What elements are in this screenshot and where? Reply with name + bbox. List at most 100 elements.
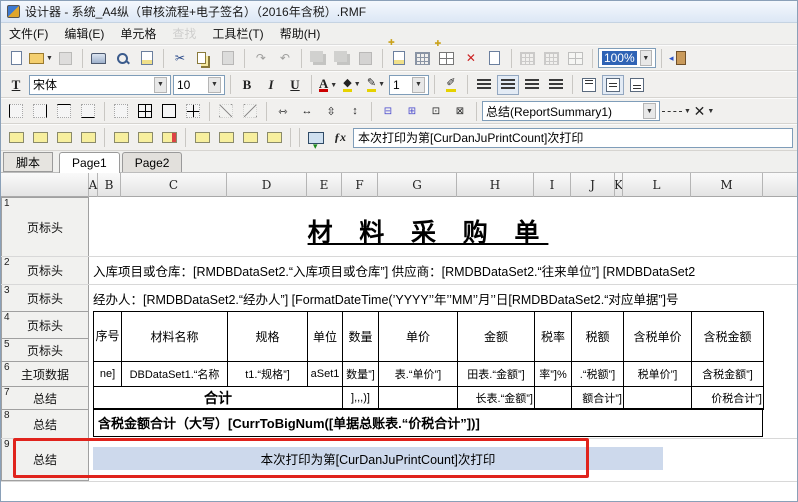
font-name-combo[interactable]: 宋体 ▼ bbox=[29, 75, 171, 95]
header-cell-price[interactable]: 单价 bbox=[379, 312, 458, 362]
border-inner-button[interactable] bbox=[182, 101, 204, 121]
total-qty-cell[interactable]: ],,,)] bbox=[343, 387, 379, 410]
total-tax-amount-cell[interactable]: 价税合计”] bbox=[692, 387, 764, 410]
tab-page2[interactable]: Page2 bbox=[122, 152, 183, 172]
data-cell-price[interactable]: 表.“单价”] bbox=[379, 362, 458, 387]
data-cell-seq[interactable]: ne] bbox=[94, 362, 122, 387]
band-selector-combo[interactable]: 总结(ReportSummary1) ▼ bbox=[482, 101, 660, 121]
zoom-combo[interactable]: 100% ▼ bbox=[598, 48, 656, 68]
report-info-line-1[interactable]: 入库项目或仓库：[RMDBDataSet2.“入库项目或仓库”] 供应商：[RM… bbox=[93, 261, 761, 280]
delete-col-button[interactable] bbox=[134, 128, 156, 148]
bold-button[interactable]: B bbox=[236, 75, 258, 95]
unmerge-cells-button[interactable] bbox=[215, 128, 237, 148]
total-tax-price-cell[interactable] bbox=[624, 387, 692, 410]
align-center-button[interactable] bbox=[497, 75, 519, 95]
total-tax-cell[interactable]: 额合计”] bbox=[572, 387, 624, 410]
function-button[interactable]: ƒx bbox=[329, 128, 351, 148]
col-header-j[interactable]: J bbox=[571, 173, 615, 197]
valign-bottom-button[interactable] bbox=[626, 75, 648, 95]
col-header-m[interactable]: M bbox=[691, 173, 763, 197]
line-width-dropdown-arrow[interactable]: ▼ bbox=[412, 77, 425, 93]
show-grid-button[interactable] bbox=[517, 48, 539, 68]
diagonal-up-button[interactable] bbox=[239, 101, 261, 121]
tab-page1[interactable]: Page1 bbox=[59, 152, 120, 173]
col-header-i[interactable]: I bbox=[534, 173, 571, 197]
open-button[interactable]: ▼ bbox=[29, 48, 53, 68]
delete-dropdown-arrow[interactable]: ▼ bbox=[707, 108, 714, 115]
insert-col-left-button[interactable] bbox=[53, 128, 75, 148]
header-cell-spec[interactable]: 规格 bbox=[228, 312, 308, 362]
band-selector-dropdown-arrow[interactable]: ▼ bbox=[643, 103, 656, 119]
header-cell-tax[interactable]: 税额 bbox=[572, 312, 624, 362]
menu-help[interactable]: 帮助(H) bbox=[272, 23, 329, 44]
cell-content-button[interactable] bbox=[305, 128, 327, 148]
formula-input[interactable] bbox=[353, 128, 793, 148]
auto-height-button[interactable]: ↕ bbox=[344, 101, 366, 121]
col-header-e[interactable]: E bbox=[307, 173, 342, 197]
merge-cells-button[interactable] bbox=[191, 128, 213, 148]
snap-grid-button[interactable] bbox=[541, 48, 563, 68]
font-size-dropdown-arrow[interactable]: ▼ bbox=[208, 77, 221, 93]
line-color-button[interactable]: ✎▼ bbox=[365, 75, 387, 95]
menu-file[interactable]: 文件(F) bbox=[1, 23, 56, 44]
border-right-button[interactable] bbox=[29, 101, 51, 121]
detail-table[interactable]: 序号 材料名称 规格 单位 数量 单价 金额 税率 税额 含税单价 含税金额 n… bbox=[93, 311, 764, 410]
col-header-h[interactable]: H bbox=[457, 173, 534, 197]
italic-button[interactable]: I bbox=[260, 75, 282, 95]
save-button[interactable] bbox=[55, 48, 77, 68]
cut-button[interactable]: ✂ bbox=[169, 48, 191, 68]
total-label-cell[interactable]: 合计 bbox=[94, 387, 343, 410]
insert-cell-h-button[interactable]: ⊡ bbox=[425, 101, 447, 121]
delete-row-button[interactable] bbox=[110, 128, 132, 148]
menu-edit[interactable]: 编辑(E) bbox=[56, 23, 112, 44]
print-preview-button[interactable] bbox=[112, 48, 134, 68]
paste-button[interactable] bbox=[217, 48, 239, 68]
send-backward-button[interactable] bbox=[331, 48, 353, 68]
add-page-button[interactable] bbox=[436, 48, 458, 68]
border-outer-button[interactable] bbox=[158, 101, 180, 121]
col-header-g[interactable]: G bbox=[378, 173, 457, 197]
diagonal-down-button[interactable] bbox=[215, 101, 237, 121]
report-canvas[interactable]: 材 料 采 购 单 入库项目或仓库：[RMDBDataSet2.“入库项目或仓库… bbox=[1, 197, 798, 502]
data-cell-tax-price[interactable]: 税单价”] bbox=[624, 362, 692, 387]
data-cell-qty[interactable]: 数量”] bbox=[343, 362, 379, 387]
line-width-combo[interactable]: 1 ▼ bbox=[389, 75, 429, 95]
header-cell-tax-rate[interactable]: 税率 bbox=[535, 312, 572, 362]
page-setup-button[interactable] bbox=[136, 48, 158, 68]
col-header-c[interactable]: C bbox=[121, 173, 227, 197]
total-price-cell[interactable] bbox=[379, 387, 458, 410]
col-header-b[interactable]: B bbox=[98, 173, 121, 197]
border-all-button[interactable] bbox=[134, 101, 156, 121]
open-dropdown-arrow[interactable]: ▼ bbox=[46, 55, 53, 62]
split-cell-h-button[interactable]: ⊟ bbox=[377, 101, 399, 121]
line-color-dropdown-arrow[interactable]: ▼ bbox=[378, 81, 385, 88]
align-right-button[interactable] bbox=[521, 75, 543, 95]
report-title-cell[interactable]: 材 料 采 购 单 bbox=[93, 213, 763, 249]
split-cell-v-button[interactable]: ⊞ bbox=[401, 101, 423, 121]
fill-color-dropdown-arrow[interactable]: ▼ bbox=[354, 81, 361, 88]
header-cell-qty[interactable]: 数量 bbox=[343, 312, 379, 362]
exit-button[interactable] bbox=[667, 48, 689, 68]
font-name-dropdown-arrow[interactable]: ▼ bbox=[154, 77, 167, 93]
delete-cells-button[interactable] bbox=[158, 128, 180, 148]
header-cell-tax-price[interactable]: 含税单价 bbox=[624, 312, 692, 362]
font-dialog-button[interactable]: T bbox=[5, 75, 27, 95]
redo-button[interactable]: ↷ bbox=[250, 48, 272, 68]
split-pane-button[interactable] bbox=[565, 48, 587, 68]
new-script-button[interactable] bbox=[388, 48, 410, 68]
col-header-a[interactable]: A bbox=[89, 173, 98, 197]
col-header-l[interactable]: L bbox=[623, 173, 691, 197]
fill-color-button[interactable]: ◆▼ bbox=[341, 75, 363, 95]
col-header-d[interactable]: D bbox=[227, 173, 307, 197]
print-count-cell-selected[interactable]: 本次打印为第[CurDanJuPrintCount]次打印 bbox=[93, 447, 663, 470]
border-bottom-button[interactable] bbox=[77, 101, 99, 121]
col-header-k[interactable]: K bbox=[615, 173, 623, 197]
data-cell-unit[interactable]: aSet1 bbox=[308, 362, 343, 387]
font-color-button[interactable]: A▼ bbox=[317, 75, 339, 95]
border-top-button[interactable] bbox=[53, 101, 75, 121]
col-header-f[interactable]: F bbox=[342, 173, 378, 197]
merge-row-button[interactable] bbox=[239, 128, 261, 148]
fit-height-button[interactable]: ⇳ bbox=[320, 101, 342, 121]
total-rate-cell[interactable] bbox=[535, 387, 572, 410]
fit-width-button[interactable]: ⇿ bbox=[272, 101, 294, 121]
